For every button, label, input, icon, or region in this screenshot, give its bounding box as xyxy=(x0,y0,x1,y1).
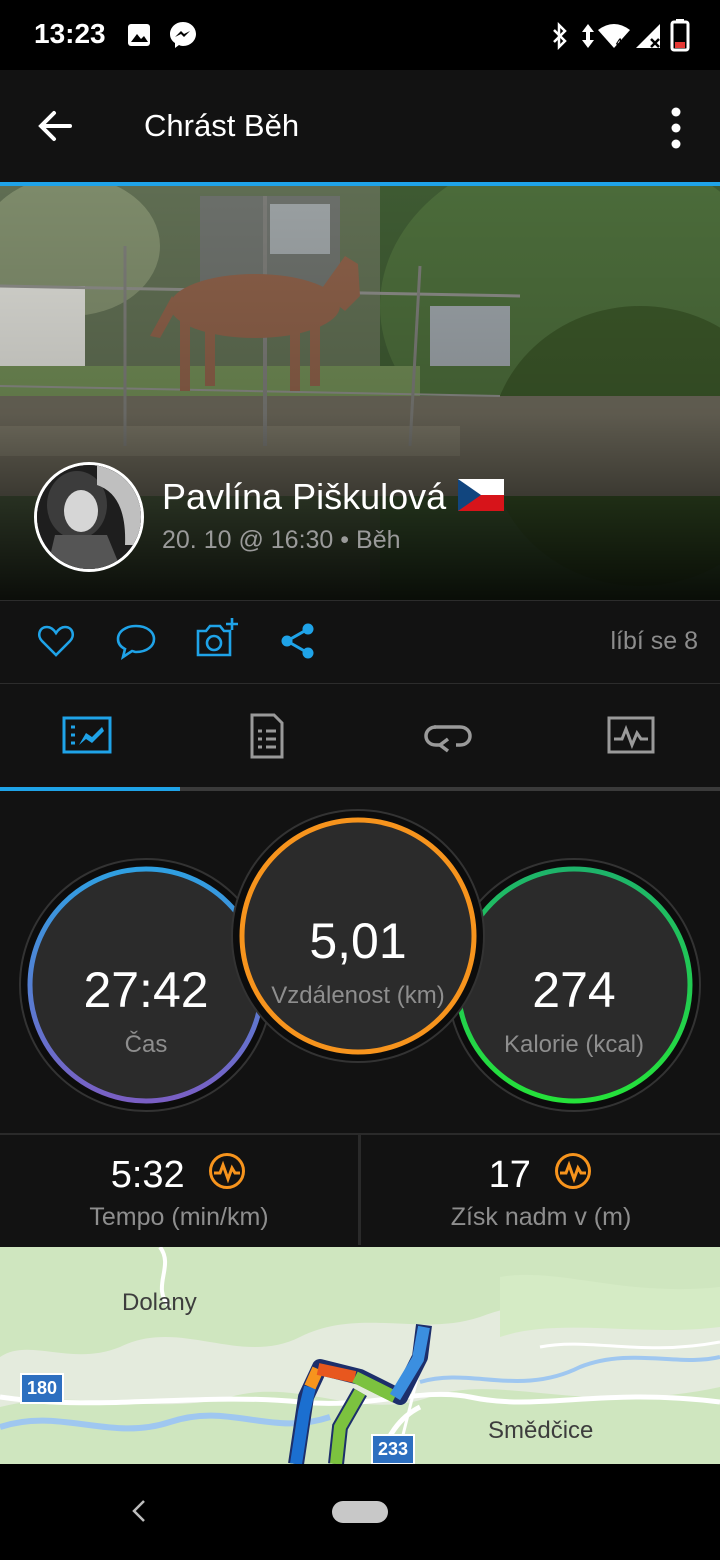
time-label: Čas xyxy=(124,1031,168,1058)
tab-overview[interactable] xyxy=(0,683,180,787)
calories-label: Kalorie (kcal) xyxy=(503,1031,645,1058)
social-actions-bar: líbí se 8 xyxy=(0,600,720,684)
heart-icon[interactable] xyxy=(36,621,76,661)
elevation-gain-value: 17 xyxy=(488,1154,531,1196)
pace-value-row: 5:32 xyxy=(0,1151,358,1197)
time-value: 27:42 xyxy=(83,962,209,1018)
likes-count[interactable]: líbí se 8 xyxy=(610,627,698,656)
pace-metric[interactable]: 5:32 Tempo (min/km) xyxy=(0,1135,358,1245)
elevation-gain-metric[interactable]: 17 Získ nadm v (m) xyxy=(362,1135,720,1245)
map-label-smedcice: Smědčice xyxy=(488,1417,594,1444)
app-bar: Chrást Běh xyxy=(0,70,720,182)
calories-value: 274 xyxy=(532,962,616,1018)
document-list-icon xyxy=(250,713,284,759)
user-name[interactable]: Pavlína Piškulová xyxy=(162,476,505,518)
image-icon xyxy=(128,24,150,46)
route-map[interactable]: Dolany Smědčice 180 233 xyxy=(0,1247,720,1464)
activity-meta: 20. 10 @ 16:30 • Běh xyxy=(162,526,401,555)
pace-label: Tempo (min/km) xyxy=(89,1203,269,1231)
bluetooth-icon xyxy=(553,22,567,50)
data-arrows-icon xyxy=(582,24,594,48)
loop-icon xyxy=(424,725,472,753)
czech-flag-icon xyxy=(458,479,505,512)
activity-graph-icon xyxy=(607,716,655,754)
distance-ring: 5,01 Vzdálenost (km) xyxy=(242,820,474,1052)
nav-back-icon[interactable] xyxy=(128,1498,150,1524)
battery-icon xyxy=(670,19,690,52)
system-nav-bar xyxy=(0,1464,720,1560)
add-photo-icon[interactable] xyxy=(194,615,240,661)
metrics-divider xyxy=(358,1133,361,1245)
distance-label: Vzdálenost (km) xyxy=(271,982,445,1009)
pace-value: 5:32 xyxy=(110,1154,185,1196)
elevation-gain-value-row: 17 xyxy=(362,1151,720,1197)
messenger-icon xyxy=(170,22,196,48)
status-bar: 13:23 4 xyxy=(0,0,720,70)
arrow-left-icon[interactable] xyxy=(30,100,82,152)
elevation-gain-label: Získ nadm v (m) xyxy=(450,1203,632,1231)
road-shield-233: 233 xyxy=(371,1434,416,1464)
distance-value: 5,01 xyxy=(309,913,407,969)
activity-hero: Pavlína Piškulová 20. 10 @ 16:30 • Běh xyxy=(0,186,720,600)
network-badge: 4 xyxy=(616,37,623,49)
nav-home-pill[interactable] xyxy=(332,1501,388,1523)
user-avatar[interactable] xyxy=(34,462,144,572)
tab-details[interactable] xyxy=(180,683,360,787)
meta-separator: • xyxy=(340,526,350,554)
stats-rings: 27:42 Čas 274 Kalorie (kcal) 5,01 Vzdále… xyxy=(0,791,720,1133)
pulse-badge-icon xyxy=(209,1153,246,1189)
calories-ring: 274 Kalorie (kcal) xyxy=(458,869,690,1101)
tab-charts[interactable] xyxy=(540,683,720,787)
share-icon[interactable] xyxy=(278,621,318,661)
page-title: Chrást Běh xyxy=(144,108,300,143)
activity-date: 20. 10 @ 16:30 xyxy=(162,526,334,554)
activity-tabs xyxy=(0,683,720,791)
map-canvas xyxy=(0,1247,720,1464)
signal-icon xyxy=(636,24,660,48)
map-label-dolany: Dolany xyxy=(122,1289,197,1316)
time-ring: 27:42 Čas xyxy=(30,869,262,1101)
chart-card-icon xyxy=(62,716,112,754)
status-time: 13:23 xyxy=(34,18,106,49)
activity-type: Běh xyxy=(356,526,401,554)
user-name-text: Pavlína Piškulová xyxy=(162,476,447,517)
pulse-badge-icon xyxy=(555,1153,592,1189)
wifi-icon: 4 xyxy=(598,24,630,49)
more-vertical-icon[interactable] xyxy=(656,104,696,152)
road-shield-180: 180 xyxy=(20,1373,65,1404)
comment-icon[interactable] xyxy=(114,621,158,663)
tab-laps[interactable] xyxy=(360,683,540,787)
